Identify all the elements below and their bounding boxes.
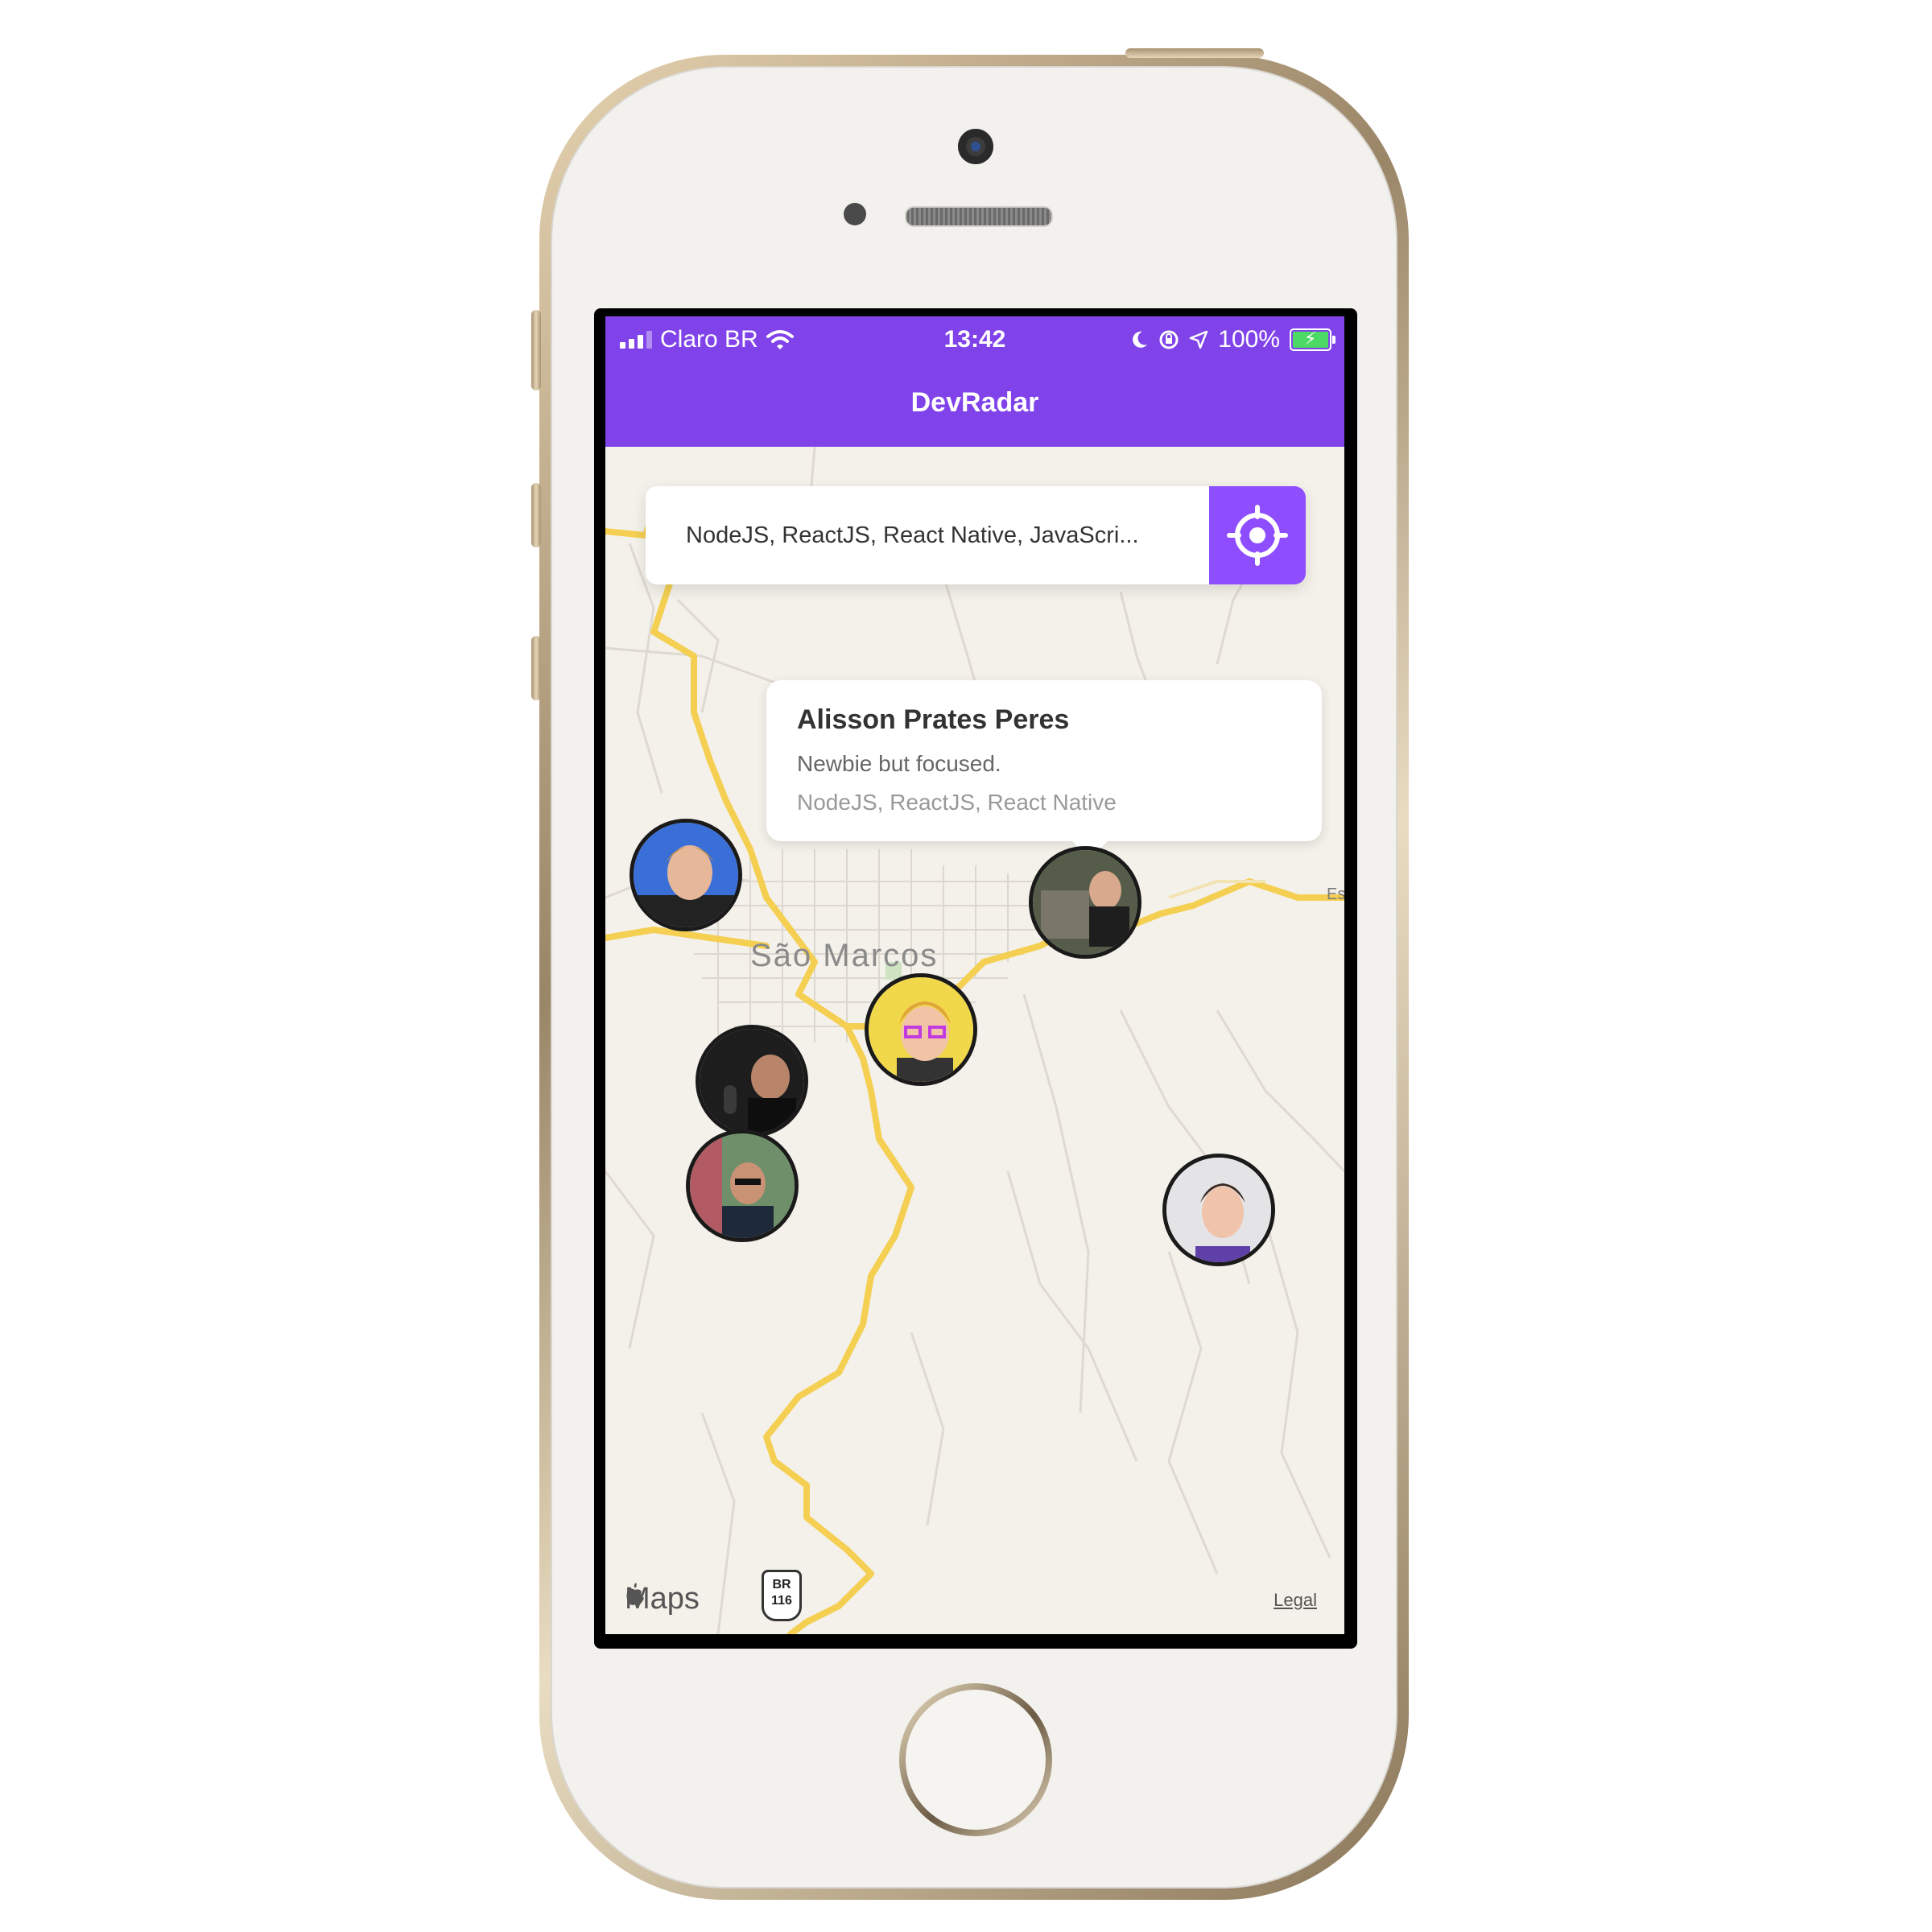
legal-link[interactable]: Legal [1274, 1590, 1317, 1611]
app-display: Claro BR 13:42 100% ⚡ DevRadar São Marco… [605, 316, 1344, 1634]
home-button[interactable] [899, 1683, 1052, 1836]
front-camera [958, 129, 993, 164]
mute-switch [531, 310, 541, 390]
proximity-sensor [844, 203, 866, 225]
search-bar [646, 486, 1306, 584]
dev-marker[interactable] [630, 819, 742, 931]
edge-place-label: Es [1327, 886, 1344, 903]
battery-charging-icon: ⚡ [1290, 328, 1335, 351]
volume-up-button [531, 483, 541, 547]
rotation-lock-icon [1159, 330, 1179, 349]
dev-bio: Newbie but focused. [797, 751, 1001, 776]
app-title: DevRadar [910, 387, 1039, 418]
techs-search-input[interactable] [646, 486, 1209, 584]
load-devs-button[interactable] [1209, 486, 1306, 584]
city-label: São Marcos [750, 938, 939, 973]
avatar-photo [700, 1029, 804, 1133]
avatar-photo [1166, 1158, 1271, 1262]
dev-name: Alisson Prates Peres [797, 704, 1070, 735]
apple-logo-icon [626, 1583, 644, 1605]
dev-callout[interactable]: Alisson Prates Peres Newbie but focused.… [766, 680, 1322, 859]
status-bar: Claro BR 13:42 100% ⚡ [605, 316, 1344, 365]
avatar-photo [634, 823, 738, 927]
earpiece-speaker [905, 206, 1053, 227]
road-shield-number: 116 [771, 1594, 792, 1608]
avatar-photo [690, 1133, 795, 1238]
dev-techs: NodeJS, ReactJS, React Native [797, 790, 1117, 815]
avatar-photo [869, 977, 973, 1082]
dev-marker-selected[interactable] [1029, 846, 1141, 959]
dev-marker[interactable] [686, 1129, 799, 1242]
road-shield: BR 116 [762, 1570, 802, 1621]
crosshair-icon [1227, 505, 1288, 566]
map-view[interactable]: São Marcos Es Alisson Prates Peres Newbi… [605, 447, 1344, 1634]
dev-marker[interactable] [1162, 1154, 1275, 1266]
dev-marker[interactable] [865, 973, 977, 1086]
power-button [1125, 48, 1264, 58]
road-shield-top: BR [772, 1578, 791, 1591]
apple-maps-logo: Maps [625, 1582, 700, 1616]
volume-down-button [531, 636, 541, 700]
location-arrow-icon [1190, 330, 1208, 349]
dev-marker[interactable] [696, 1025, 808, 1137]
avatar-photo [1033, 850, 1137, 955]
app-header: DevRadar [605, 365, 1344, 447]
moon-icon [1133, 331, 1148, 348]
battery-percent: 100% [1218, 326, 1280, 353]
